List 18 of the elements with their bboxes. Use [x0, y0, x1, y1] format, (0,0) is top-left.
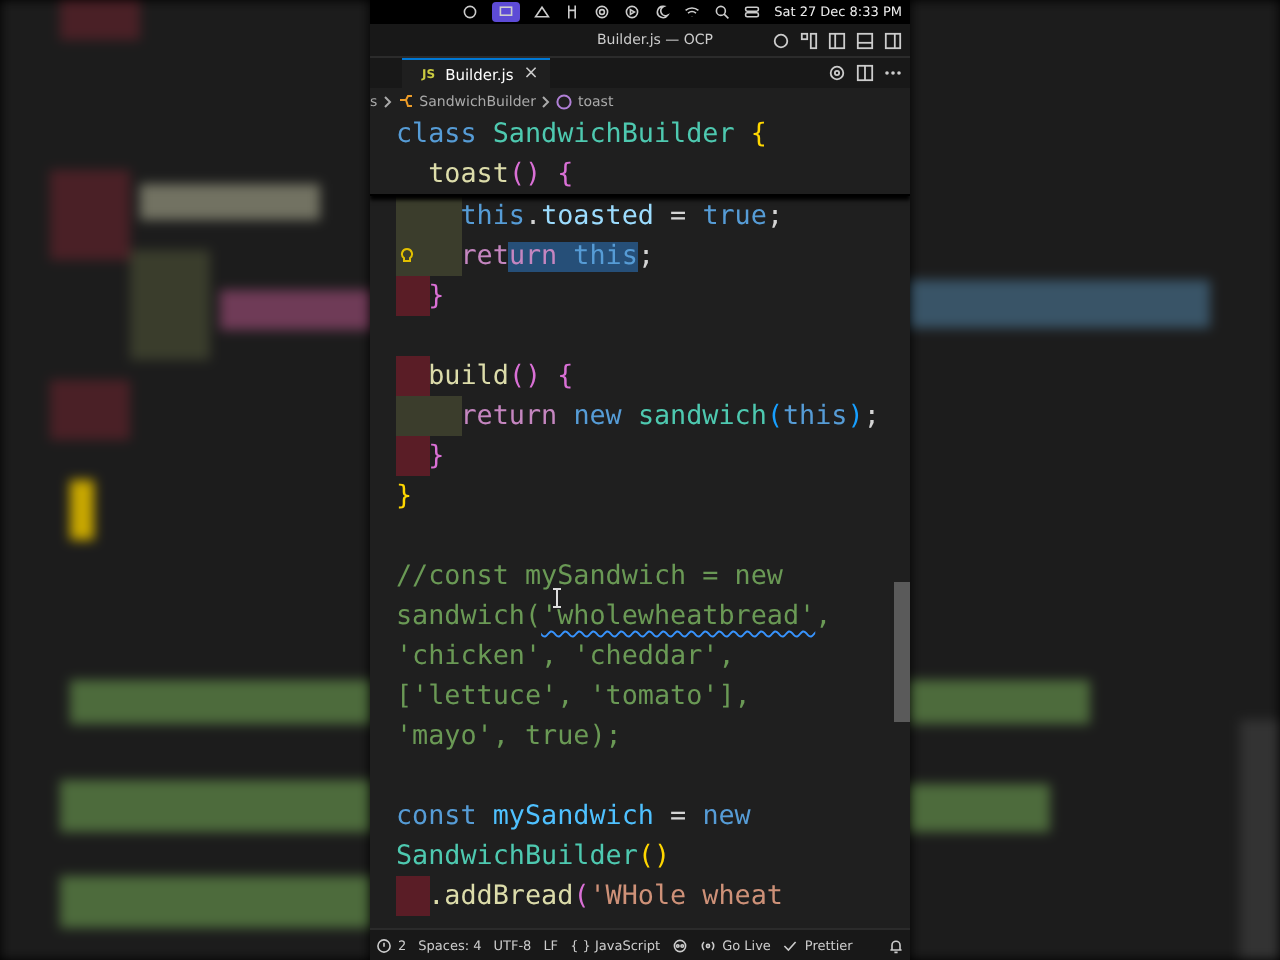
- code-line: 'chicken', 'cheddar',: [396, 641, 735, 671]
- code-line: this.toasted = true;: [458, 201, 783, 231]
- code-line: toast() {: [426, 159, 574, 189]
- code-line: sandwich('wholewheatbread',: [396, 601, 832, 631]
- code-line: return this;: [458, 241, 654, 271]
- code-line: }: [396, 481, 413, 511]
- close-icon[interactable]: ×: [523, 64, 539, 84]
- code-line: //const mySandwich = new: [396, 561, 783, 591]
- code-line: class SandwichBuilder {: [396, 119, 767, 149]
- code-line: ['lettuce', 'tomato'],: [396, 681, 751, 711]
- code-line: const mySandwich = new: [396, 801, 751, 831]
- code-line: }: [426, 441, 445, 471]
- code-line: build() {: [426, 361, 574, 391]
- code-line: }: [426, 281, 445, 311]
- code-line: SandwichBuilder(): [396, 841, 671, 871]
- code-line: .addBread('WHole wheat: [426, 881, 783, 911]
- code-line: 'mayo', true);: [396, 721, 622, 751]
- code-line: return new sandwich(this);: [458, 401, 880, 431]
